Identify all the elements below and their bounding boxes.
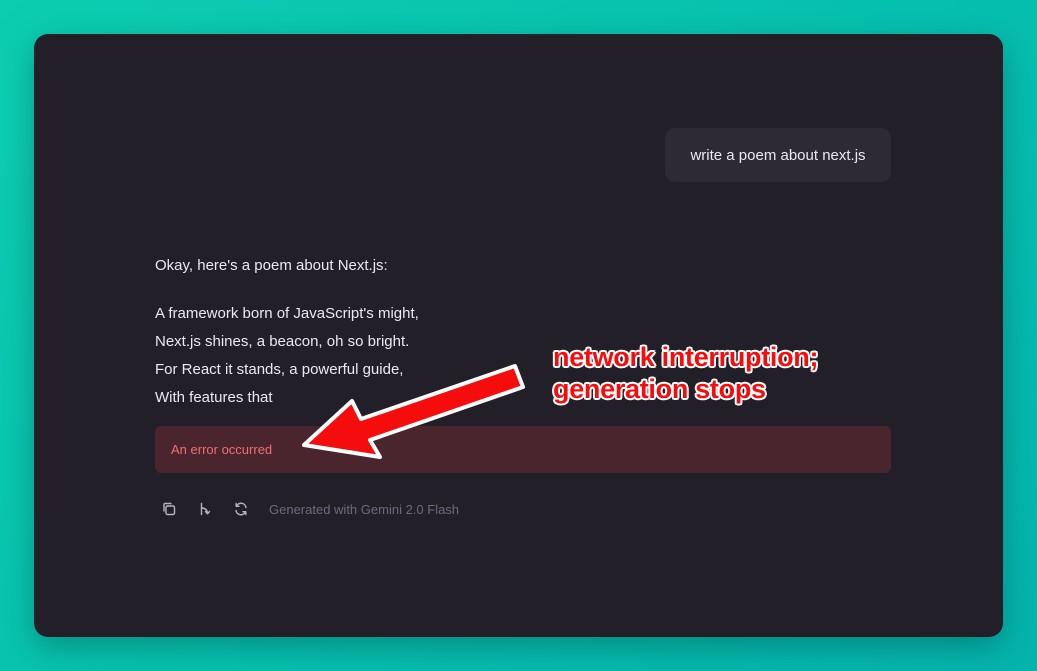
copy-icon — [163, 502, 176, 516]
chat-window: write a poem about next.js Okay, here's … — [34, 34, 1003, 637]
model-label: Generated with Gemini 2.0 Flash — [269, 501, 460, 517]
assistant-intro: Okay, here's a poem about Next.js: — [155, 257, 388, 274]
message-actions: Generated with Gemini 2.0 Flash — [155, 498, 459, 520]
error-text: An error occurred — [171, 442, 273, 457]
regenerate-button[interactable] — [227, 498, 255, 520]
annotation-label: network interruption; generation stops — [553, 341, 819, 405]
branch-button[interactable] — [191, 498, 219, 520]
poem-line: A framework born of JavaScript's might, — [155, 305, 419, 322]
branch-icon — [200, 502, 211, 516]
annotation-line: generation stops — [553, 374, 766, 404]
user-message-text: write a poem about next.js — [690, 146, 866, 164]
refresh-icon — [235, 502, 247, 516]
user-message-bubble: write a poem about next.js — [665, 128, 891, 182]
copy-button[interactable] — [155, 498, 183, 520]
error-banner: An error occurred — [155, 426, 891, 473]
annotation-line: network interruption; — [553, 342, 819, 372]
